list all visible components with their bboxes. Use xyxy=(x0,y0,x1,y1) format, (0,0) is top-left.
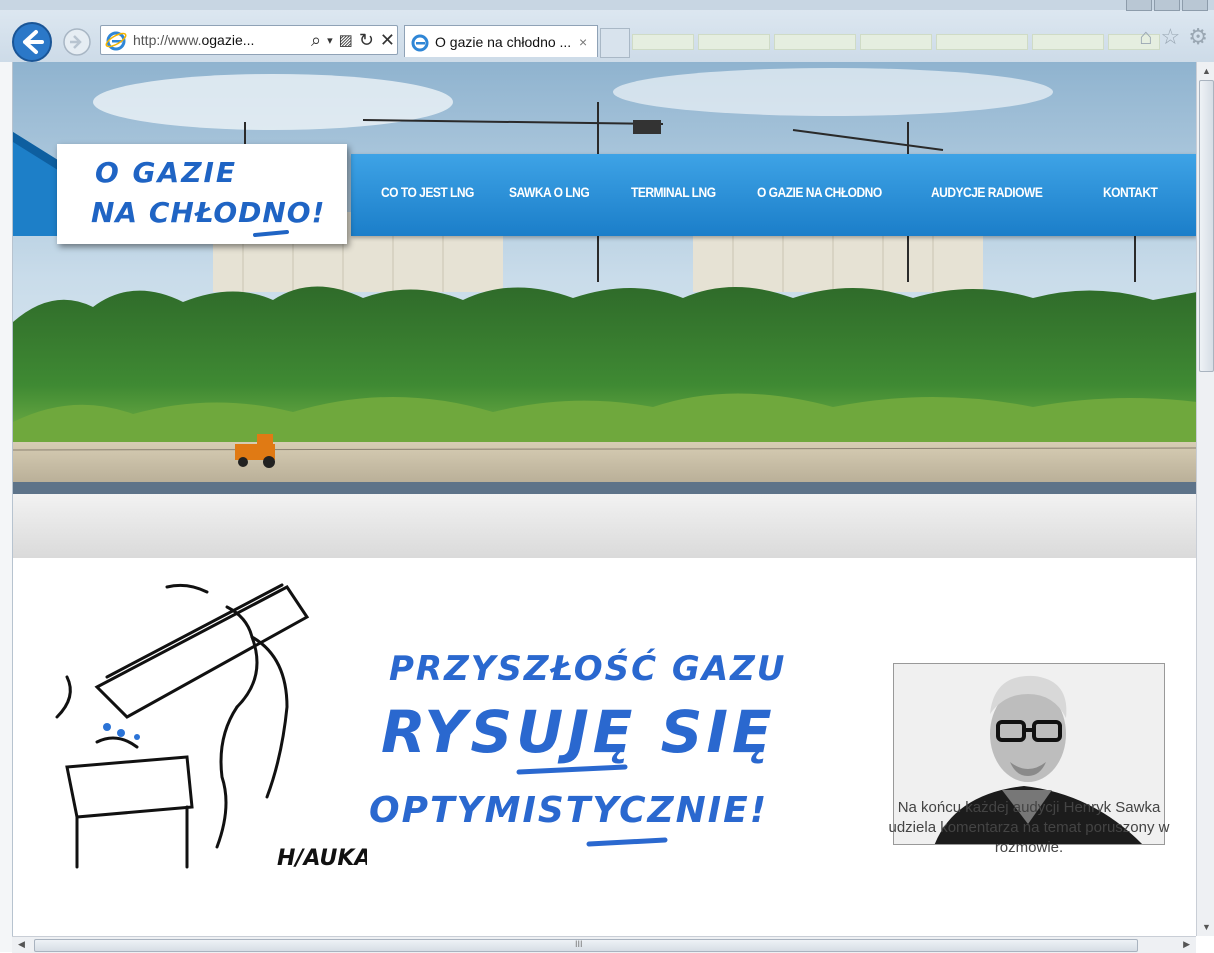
ie-logo-icon xyxy=(105,31,127,51)
settings-icon[interactable]: ⚙ xyxy=(1188,24,1208,50)
scroll-right-icon[interactable]: ▶ xyxy=(1183,939,1190,950)
nav-item-audycje-radiowe[interactable]: AUDYCJE RADIOWE xyxy=(931,184,1043,200)
favorites-icon[interactable]: ☆ xyxy=(1161,24,1181,50)
scroll-grip: III xyxy=(575,939,583,949)
scroll-down-icon[interactable]: ▼ xyxy=(1202,922,1211,932)
site-logo[interactable]: O GAZIE NA CHŁODNO! xyxy=(57,144,347,244)
refresh-icon[interactable]: ↻ xyxy=(359,30,374,51)
stop-icon[interactable]: ✕ xyxy=(380,30,395,51)
address-host: ogazie... xyxy=(201,32,255,48)
nav-item-sawka-o-lng[interactable]: SAWKA O LNG xyxy=(509,184,590,200)
sawka-sketch: H/AUKA xyxy=(55,583,367,871)
tab-close-icon[interactable]: × xyxy=(579,34,587,50)
address-prefix: http://www. xyxy=(133,32,202,48)
dropdown-icon[interactable]: ▾ xyxy=(327,34,333,47)
vertical-scroll-thumb[interactable] xyxy=(1199,80,1214,372)
horizontal-scroll-thumb[interactable]: III xyxy=(34,939,1138,952)
nav-item-kontakt[interactable]: KONTAKT xyxy=(1103,184,1158,200)
address-tools: ⌕ ▾ ▨ ↻ ✕ xyxy=(311,30,395,51)
back-icon[interactable] xyxy=(10,20,54,64)
search-icon[interactable]: ⌕ xyxy=(311,30,321,51)
new-tab-button[interactable] xyxy=(600,28,630,58)
window-controls[interactable] xyxy=(1126,0,1208,11)
compat-icon[interactable]: ▨ xyxy=(339,31,353,49)
vertical-scrollbar[interactable]: ▲ ▼ xyxy=(1196,62,1214,936)
right-toolbar: ⌂ ☆ ⚙ xyxy=(1139,24,1208,50)
hero-image xyxy=(13,62,1197,494)
logo-line-1: O GAZIE xyxy=(95,156,237,189)
headline-handwritten: PRZYSZŁOŚĆ GAZU RYSUJĘ SIĘ OPTYMISTYCZNI… xyxy=(369,648,786,847)
tab-ie-icon xyxy=(411,34,429,51)
page-viewport: CO TO JEST LNG SAWKA O LNG TERMINAL LNG … xyxy=(12,62,1197,936)
address-url[interactable]: http://www.ogazie... xyxy=(133,32,303,48)
nav-item-co-to-jest-lng[interactable]: CO TO JEST LNG xyxy=(381,184,474,200)
horizontal-scrollbar[interactable]: ◀ III ▶ xyxy=(12,936,1196,953)
nav-item-o-gazie-na-chlodno[interactable]: O GAZIE NA CHŁODNO xyxy=(757,184,882,200)
sketch-signature: H/AUKA xyxy=(277,846,367,871)
headline-line-3: OPTYMISTYCZNIE! xyxy=(369,790,768,831)
headline-line-1: PRZYSZŁOŚĆ GAZU xyxy=(389,648,786,689)
headline-line-2: RYSUJĘ SIĘ xyxy=(381,698,776,766)
hero-bottom-band xyxy=(13,494,1197,558)
logo-line-2: NA CHŁODNO! xyxy=(91,196,325,229)
tab-title: O gazie na chłodno ... xyxy=(435,33,572,50)
scroll-up-icon[interactable]: ▲ xyxy=(1202,66,1211,76)
main-nav: CO TO JEST LNG SAWKA O LNG TERMINAL LNG … xyxy=(351,154,1197,236)
nav-item-terminal-lng[interactable]: TERMINAL LNG xyxy=(631,184,716,200)
scroll-left-icon[interactable]: ◀ xyxy=(18,939,25,950)
home-icon[interactable]: ⌂ xyxy=(1139,24,1152,50)
browser-toolbar: http://www.ogazie... ⌕ ▾ ▨ ↻ ✕ O gazie n… xyxy=(0,0,1214,63)
favorites-bar xyxy=(632,34,1162,50)
title-bar xyxy=(0,0,1214,10)
tab-active[interactable]: O gazie na chłodno ... × xyxy=(404,25,598,57)
logo-lettering: O GAZIE NA CHŁODNO! xyxy=(91,156,325,237)
logo-ribbon xyxy=(13,132,61,236)
forward-icon[interactable] xyxy=(62,27,92,57)
photo-caption: Na końcu każdej audycji Henryk Sawka udz… xyxy=(888,799,1170,856)
address-bar[interactable]: http://www.ogazie... ⌕ ▾ ▨ ↻ ✕ xyxy=(100,25,398,55)
